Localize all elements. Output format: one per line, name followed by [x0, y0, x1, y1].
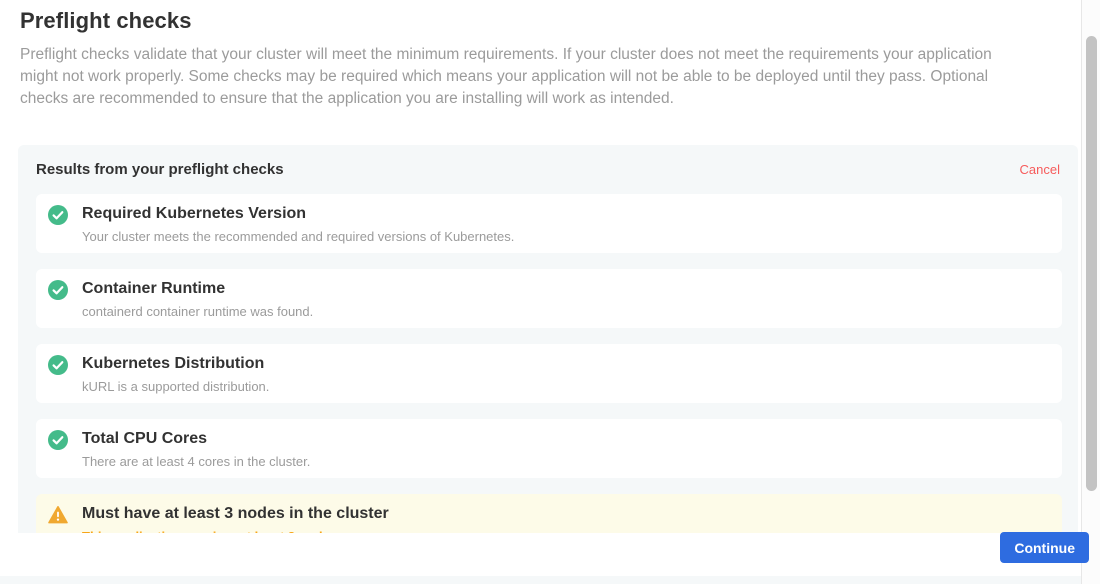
main-content: Preflight checks Preflight checks valida…	[0, 0, 1081, 571]
check-card: Required Kubernetes Version Your cluster…	[36, 194, 1062, 253]
check-title: Required Kubernetes Version	[82, 204, 1048, 223]
page-title: Preflight checks	[20, 8, 1081, 34]
check-text: Kubernetes Distribution kURL is a suppor…	[82, 354, 1048, 394]
cancel-link[interactable]: Cancel	[1020, 162, 1060, 177]
check-message: Your cluster meets the recommended and r…	[82, 229, 1048, 244]
check-text: Container Runtime containerd container r…	[82, 279, 1048, 319]
results-panel: Results from your preflight checks Cance…	[18, 145, 1078, 571]
check-title: Container Runtime	[82, 279, 1048, 298]
preflight-checks-page: Preflight checks Preflight checks valida…	[0, 0, 1100, 584]
check-title: Kubernetes Distribution	[82, 354, 1048, 373]
check-text: Required Kubernetes Version Your cluster…	[82, 204, 1048, 244]
check-message: kURL is a supported distribution.	[82, 379, 1048, 394]
results-panel-header: Results from your preflight checks Cance…	[36, 161, 1062, 178]
check-card: Container Runtime containerd container r…	[36, 269, 1062, 328]
footer-bar	[0, 533, 1081, 576]
success-check-icon	[48, 280, 68, 300]
success-check-icon	[48, 205, 68, 225]
warning-triangle-icon	[48, 505, 68, 525]
bottom-strip	[0, 576, 1081, 584]
check-text: Total CPU Cores There are at least 4 cor…	[82, 429, 1048, 469]
scrollbar-thumb[interactable]	[1086, 36, 1097, 491]
page-description: Preflight checks validate that your clus…	[20, 44, 1032, 110]
check-card: Kubernetes Distribution kURL is a suppor…	[36, 344, 1062, 403]
check-message: containerd container runtime was found.	[82, 304, 1048, 319]
check-title: Must have at least 3 nodes in the cluste…	[82, 504, 1048, 523]
checks-list: Required Kubernetes Version Your cluster…	[36, 194, 1062, 553]
check-card: Total CPU Cores There are at least 4 cor…	[36, 419, 1062, 478]
check-message: There are at least 4 cores in the cluste…	[82, 454, 1048, 469]
success-check-icon	[48, 355, 68, 375]
scrollbar[interactable]	[1081, 0, 1100, 584]
success-check-icon	[48, 430, 68, 450]
check-title: Total CPU Cores	[82, 429, 1048, 448]
continue-button[interactable]: Continue	[1000, 532, 1089, 563]
results-heading: Results from your preflight checks	[36, 161, 284, 178]
